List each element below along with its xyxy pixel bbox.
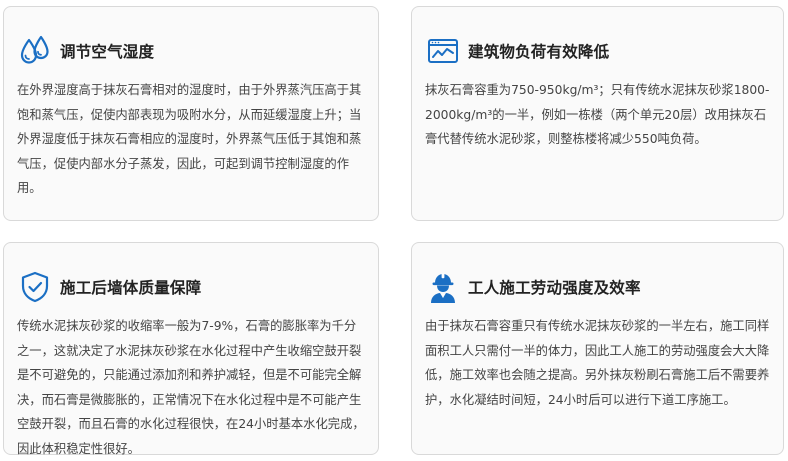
card-title: 工人施工劳动强度及效率 xyxy=(468,279,641,297)
monitor-chart-icon xyxy=(426,34,460,68)
card-header: 工人施工劳动强度及效率 xyxy=(426,269,641,305)
card-description: 抹灰石膏容重为750-950kg/m³；只有传统水泥抹灰砂浆1800-2000k… xyxy=(425,83,770,146)
water-drops-icon xyxy=(18,34,52,68)
feature-card-load-reduction: 建筑物负荷有效降低 抹灰石膏容重为750-950kg/m³；只有传统水泥抹灰砂浆… xyxy=(411,6,784,221)
card-header: 调节空气湿度 xyxy=(18,33,154,69)
card-description: 传统水泥抹灰砂浆的收缩率一般为7-9%，石膏的膨胀率为千分之一，这就决定了水泥抹… xyxy=(17,319,365,456)
worker-helmet-icon xyxy=(426,270,460,304)
card-description: 在外界湿度高于抹灰石膏相对的湿度时，由于外界蒸汽压高于其饱和蒸气压，促使内部表现… xyxy=(17,83,362,195)
card-header: 建筑物负荷有效降低 xyxy=(426,33,609,69)
card-description: 由于抹灰石膏容重只有传统水泥抹灰砂浆的一半左右，施工同样面积工人只需付一半的体力… xyxy=(425,319,770,407)
feature-card-wall-quality: 施工后墙体质量保障 传统水泥抹灰砂浆的收缩率一般为7-9%，石膏的膨胀率为千分之… xyxy=(3,242,379,456)
feature-card-labor-efficiency: 工人施工劳动强度及效率 由于抹灰石膏容重只有传统水泥抹灰砂浆的一半左右，施工同样… xyxy=(411,242,784,455)
feature-card-humidity: 调节空气湿度 在外界湿度高于抹灰石膏相对的湿度时，由于外界蒸汽压高于其饱和蒸气压… xyxy=(3,6,379,221)
card-title: 建筑物负荷有效降低 xyxy=(468,43,610,61)
card-title: 施工后墙体质量保障 xyxy=(60,279,202,297)
card-title: 调节空气湿度 xyxy=(60,43,155,61)
card-header: 施工后墙体质量保障 xyxy=(18,269,201,305)
shield-check-icon xyxy=(18,270,52,304)
